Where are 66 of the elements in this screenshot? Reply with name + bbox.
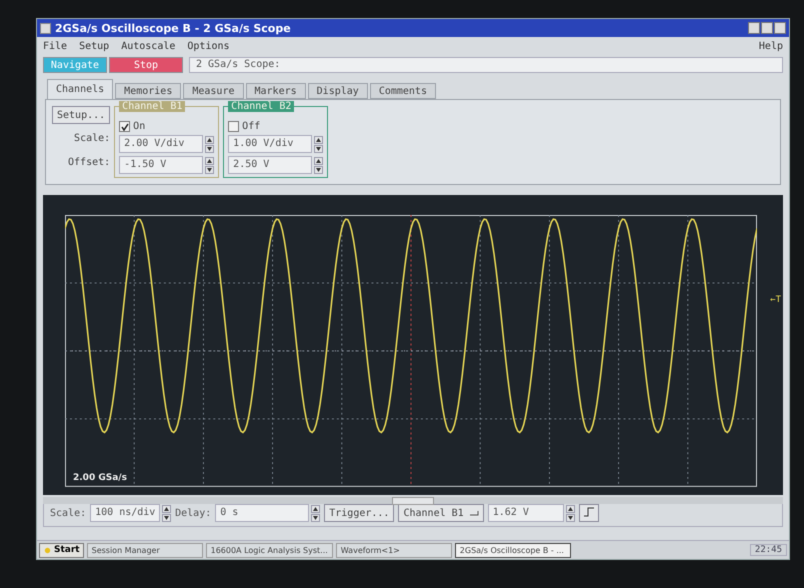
decrement-button[interactable] [162,514,172,522]
trigger-level-field[interactable]: 1.62 V [488,504,564,522]
decrement-button[interactable] [314,166,324,174]
clock: 22:45 [750,544,787,556]
increment-button[interactable] [566,504,575,512]
decrement-button[interactable] [311,514,320,522]
minimize-button[interactable] [748,22,760,34]
channel-state-label: On [133,121,146,132]
tab[interactable]: Memories [115,83,182,99]
decrement-button[interactable] [314,144,324,152]
increment-button[interactable] [311,504,320,512]
decrement-button[interactable] [566,514,575,522]
tab[interactable]: Channels [47,79,114,99]
increment-button[interactable] [314,156,324,164]
status-field: 2 GSa/s Scope: [189,57,783,73]
trigger-button[interactable]: Trigger... [324,504,394,522]
decrement-button[interactable] [205,166,214,174]
menu-item[interactable]: Setup [79,40,110,52]
tab[interactable]: Comments [370,83,436,99]
channel-title: Channel B2 [228,101,294,112]
trigger-slope-button[interactable] [578,504,599,522]
increment-button[interactable] [314,136,324,144]
horizontal-scrollbar[interactable] [43,496,783,504]
taskbar-item[interactable]: Session Manager [86,542,203,558]
setup-button[interactable]: Setup... [52,106,110,124]
increment-button[interactable] [205,136,214,144]
trigger-source-dropdown[interactable]: Channel B1 [398,504,484,522]
offset-label: Offset: [68,156,110,170]
timebase-scale-field[interactable]: 100 ns/div [90,504,160,522]
tab[interactable]: Display [308,83,368,99]
scrollbar-thumb[interactable] [392,496,434,505]
channel-checkbox[interactable] [228,121,240,132]
check-icon [120,122,129,130]
menu-item[interactable]: Options [187,40,230,52]
rising-edge-icon [584,506,594,516]
scale-label: Scale: [74,132,110,146]
increment-button[interactable] [205,156,214,164]
window-menu-icon[interactable] [40,22,51,34]
tab[interactable]: Markers [246,83,306,99]
start-button[interactable]: Start [39,542,84,558]
tab[interactable]: Measure [183,83,244,99]
trigger-level-marker: ←T [770,295,781,305]
delay-label: Delay: [175,508,212,518]
channel-checkbox[interactable] [119,121,130,132]
close-button[interactable] [774,22,786,34]
decrement-button[interactable] [205,144,214,152]
taskbar-item[interactable]: 2GSa/s Oscilloscope B - ... [454,542,571,558]
scale-label: Scale: [50,508,86,518]
dropdown-icon [470,510,479,516]
delay-field[interactable]: 0 s [215,504,310,522]
window-title: 2GSa/s Oscilloscope B - 2 GSa/s Scope [55,22,291,34]
channel-title: Channel B1 [119,101,186,112]
sample-rate-label: 2.00 GSa/s [73,472,127,483]
increment-button[interactable] [162,504,172,512]
stop-button[interactable]: Stop [109,57,183,73]
menu-item[interactable]: File [43,40,68,52]
channel-state-label: Off [242,121,260,132]
scale-field[interactable]: 1.00 V/div [228,135,312,153]
taskbar-item[interactable]: Waveform<1> [336,542,452,558]
maximize-button[interactable] [761,22,773,34]
scale-field[interactable]: 2.00 V/div [119,135,204,153]
help-menu[interactable]: Help [758,40,783,52]
offset-field[interactable]: -1.50 V [119,156,204,174]
taskbar-item[interactable]: 16600A Logic Analysis Syst... [206,542,333,558]
offset-field[interactable]: 2.50 V [228,156,312,174]
menu-item[interactable]: Autoscale [121,40,176,52]
